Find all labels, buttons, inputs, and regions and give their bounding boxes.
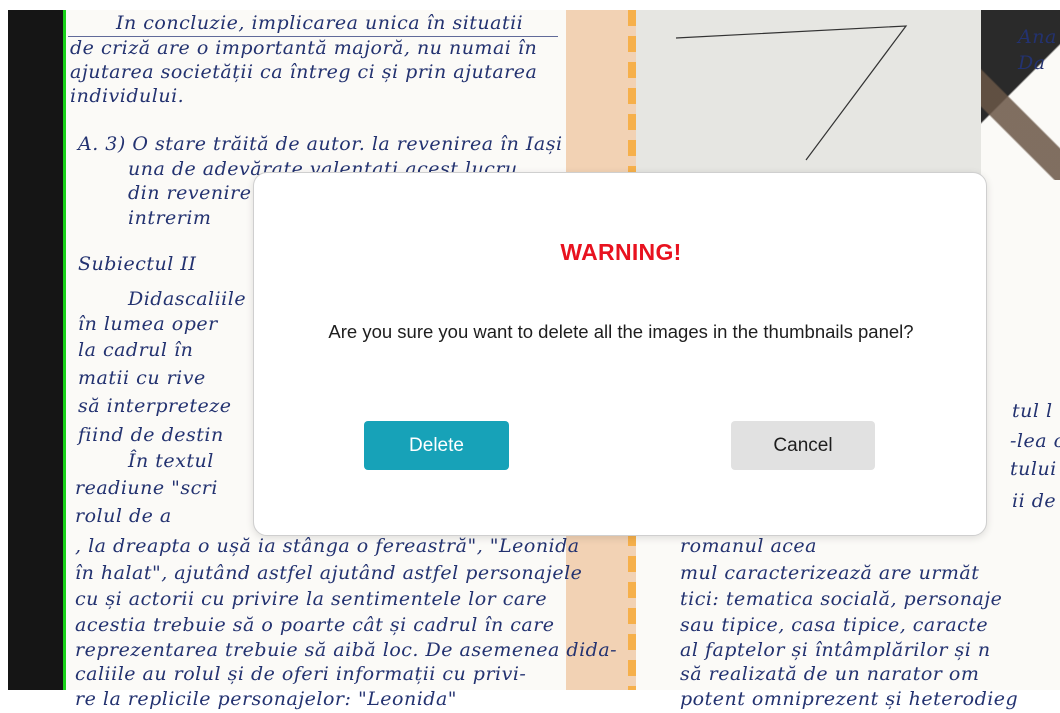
handwritten-line: fiind de destin — [78, 424, 224, 446]
handwritten-line: în lumea oper — [78, 313, 218, 335]
handwritten-line: în halat", ajutând astfel ajutând astfel… — [75, 562, 583, 584]
cancel-button[interactable]: Cancel — [731, 421, 875, 470]
handwritten-line: tului — [1010, 458, 1057, 480]
handwritten-line: rolul de a — [75, 505, 172, 527]
handwritten-line: acestia trebuie să o poarte cât și cadru… — [75, 614, 555, 636]
handwritten-line: al faptelor și întâmplărilor și n — [680, 639, 991, 661]
handwritten-line: potent omniprezent și heterodieg — [680, 688, 1019, 710]
handwritten-line: ii de — [1012, 490, 1057, 512]
handwritten-line: matii cu rive — [78, 367, 206, 389]
handwritten-line: mul caracterizează are următ — [680, 562, 980, 584]
pencil-sketch-lines — [675, 25, 908, 161]
handwritten-line: -lea c — [1010, 430, 1060, 452]
handwritten-line: Da — [1018, 52, 1046, 74]
handwritten-line: Didascaliile — [128, 288, 247, 310]
handwritten-line: ajutarea societății ca întreg ci și prin… — [70, 61, 538, 83]
delete-confirmation-dialog: WARNING! Are you sure you want to delete… — [253, 172, 987, 536]
handwritten-line: romanul acea — [680, 535, 817, 557]
handwritten-line: tul l — [1012, 400, 1053, 422]
dialog-title: WARNING! — [560, 239, 682, 265]
handwritten-line: , la dreapta o ușă ia stânga o fereastră… — [75, 535, 580, 557]
handwritten-line: la cadrul în — [78, 339, 194, 361]
handwritten-line: re la replicile personajelor: "Leonida" — [75, 688, 458, 710]
handwritten-line: de criză are o importantă majoră, nu num… — [70, 37, 538, 59]
handwritten-line: sau tipice, casa tipice, caracte — [680, 614, 989, 636]
handwritten-line: din revenire — [128, 182, 252, 204]
handwritten-line: A. 3) O stare trăită de autor. la reveni… — [78, 133, 563, 155]
page-margin — [0, 0, 8, 713]
handwritten-line: tici: tematica socială, personaje — [680, 588, 1003, 610]
delete-button[interactable]: Delete — [364, 421, 509, 470]
scanner-shadow-strip — [8, 10, 63, 690]
handwritten-line: Subiectul II — [78, 253, 197, 275]
handwritten-line: caliile au rolul și de oferi informații … — [75, 663, 527, 685]
handwritten-line: să interpreteze — [78, 395, 232, 417]
handwritten-line: intrerim — [128, 207, 212, 229]
handwritten-line: În textul — [128, 450, 214, 472]
handwritten-line: In concluzie, implicarea unica în situat… — [116, 12, 524, 34]
handwritten-line: reprezentarea trebuie să aibă loc. De as… — [75, 639, 618, 661]
handwritten-line: readiune "scri — [75, 477, 218, 499]
handwritten-line: individului. — [70, 85, 185, 107]
handwritten-line: Ana — [1018, 26, 1057, 48]
dialog-message: Are you sure you want to delete all the … — [328, 321, 914, 342]
handwritten-line: cu și actorii cu privire la sentimentele… — [75, 588, 548, 610]
handwritten-line: să realizată de un narator om — [680, 663, 980, 685]
